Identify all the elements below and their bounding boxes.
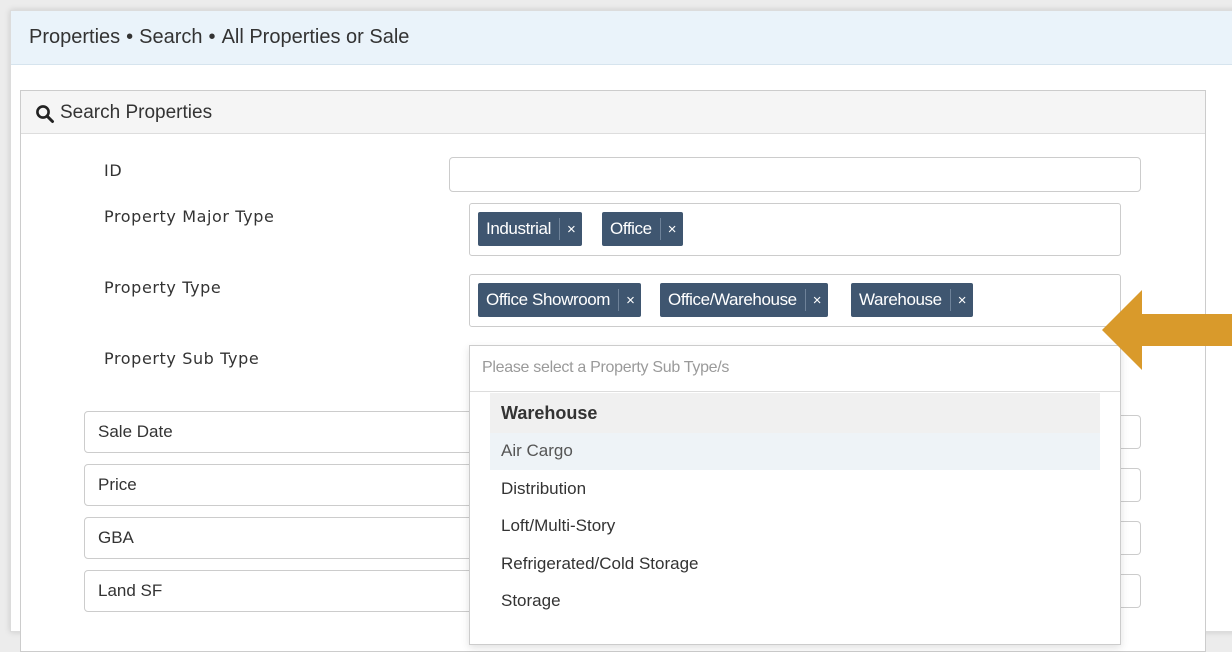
property-type-select[interactable]: Office Showroom × Office/Warehouse × War… [469,274,1121,327]
dropdown-group-header: Warehouse [490,393,1100,433]
tag-remove-button[interactable]: × [618,289,641,311]
breadcrumb-item-properties[interactable]: Properties [29,26,120,48]
breadcrumb-item-current: All Properties or Sale [221,26,410,48]
annotation-arrow-icon [1102,290,1232,370]
tag-remove-button[interactable]: × [804,289,828,311]
tag-warehouse: Warehouse × [851,283,974,317]
breadcrumb-item-search[interactable]: Search [139,26,202,48]
property-major-type-label: Property Major Type [104,207,275,226]
property-sub-type-label: Property Sub Type [104,349,260,368]
tag-office-showroom: Office Showroom × [478,283,642,317]
dropdown-option[interactable]: Refrigerated/Cold Storage [490,546,1100,583]
sale-date-field[interactable]: Sale Date [84,411,484,453]
tag-remove-button[interactable]: × [659,218,683,240]
dropdown-option[interactable]: Distribution [490,471,1100,508]
panel-header: Search Properties [21,91,1205,134]
property-major-type-select[interactable]: Industrial × Office × [469,203,1121,256]
tag-label: Office [610,219,652,238]
tag-remove-button[interactable]: × [949,289,973,311]
tag-office: Office × [602,212,684,246]
tag-office-warehouse: Office/Warehouse × [660,283,829,317]
tag-label: Office/Warehouse [668,290,797,309]
dropdown-option[interactable]: Air Cargo [490,433,1100,470]
breadcrumb-separator: • [126,26,134,48]
dropdown-option[interactable]: Storage [490,583,1100,620]
search-icon [36,105,54,123]
property-type-label: Property Type [104,278,222,297]
main-card: Properties • Search • All Properties or Sale… [10,10,1232,652]
id-input[interactable] [449,157,1141,192]
tag-label: Industrial [486,219,551,238]
land-sf-field[interactable]: Land SF [84,570,484,612]
dropdown-option[interactable]: Loft/Multi-Story [490,508,1100,545]
panel-title: Search Properties [60,102,213,123]
breadcrumb: Properties • Search • All Properties or Sale [29,26,409,49]
tag-label: Office Showroom [486,290,611,309]
id-label: ID [104,161,123,180]
gba-field[interactable]: GBA [84,517,484,559]
price-field[interactable]: Price [84,464,484,506]
breadcrumb-bar: Properties • Search • All Properties or Sale [11,11,1232,65]
tag-label: Warehouse [859,290,942,309]
tag-remove-button[interactable]: × [558,218,582,240]
breadcrumb-separator: • [208,26,216,48]
property-sub-type-search-input[interactable]: Please select a Property Sub Type/s [470,346,1120,392]
property-sub-type-dropdown: Please select a Property Sub Type/s Ware… [469,345,1121,645]
tag-industrial: Industrial × [478,212,583,246]
